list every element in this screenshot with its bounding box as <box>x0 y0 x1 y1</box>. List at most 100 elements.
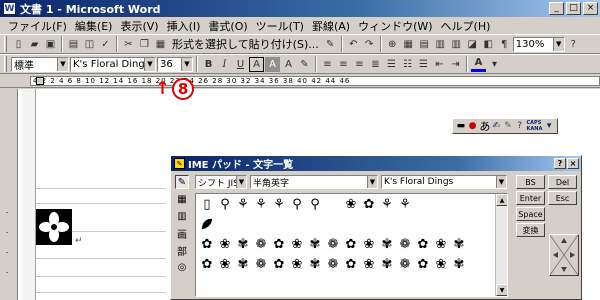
glyph-cell[interactable]: ⚘ <box>234 195 252 213</box>
increase-indent-icon[interactable]: ⇥ <box>448 57 463 72</box>
document-map-icon[interactable]: ◧ <box>481 37 496 52</box>
glyph-cell[interactable]: ❀ <box>216 255 234 273</box>
scroll-down-icon[interactable]: ▼ <box>496 284 507 296</box>
distribute-icon[interactable]: ☰ <box>384 57 399 72</box>
glyph-cell[interactable]: ✾ <box>306 255 324 273</box>
format-painter-icon[interactable]: ✎ <box>323 37 338 52</box>
highlight-icon[interactable]: ✎ <box>297 57 312 72</box>
stroke-count-icon[interactable]: 画 <box>175 226 189 241</box>
toolbar-grip[interactable] <box>4 56 7 72</box>
menu-view[interactable]: 表示(V) <box>116 18 162 34</box>
chevron-down-icon[interactable]: ▾ <box>544 121 554 131</box>
font-color-icon[interactable]: A <box>471 57 486 72</box>
chevron-down-icon[interactable]: ▼ <box>57 57 68 71</box>
close-button[interactable]: × <box>583 2 598 15</box>
ime-close-button[interactable]: × <box>567 158 579 169</box>
enter-key[interactable]: Enter <box>516 191 545 205</box>
font-size-combo[interactable]: 36 ▼ <box>157 56 193 72</box>
glyph-scrollbar[interactable]: ▲ ▼ <box>495 194 507 296</box>
more-buttons-icon[interactable]: ▾ <box>487 57 502 72</box>
backspace-key[interactable]: BS <box>516 175 545 189</box>
glyph-cell[interactable]: ⚲ <box>288 195 306 213</box>
tables-borders-icon[interactable]: ▦ <box>401 37 416 52</box>
glyph-cell[interactable]: ❁ <box>396 255 414 273</box>
menu-window[interactable]: ウィンドウ(W) <box>354 18 436 34</box>
chevron-down-icon[interactable]: ▼ <box>496 176 506 188</box>
drawing-icon[interactable]: ◪ <box>465 37 480 52</box>
glyph-cell[interactable]: ✾ <box>234 235 252 253</box>
glyph-cell[interactable]: ⚘ <box>252 195 270 213</box>
character-list-icon[interactable]: ▦ <box>175 192 189 206</box>
vertical-ruler[interactable]: - - - - <box>0 89 18 300</box>
indent-marker[interactable] <box>36 77 44 85</box>
space-key[interactable]: Space <box>516 207 545 221</box>
menu-format[interactable]: 書式(O) <box>204 18 251 34</box>
align-right-icon[interactable]: ≡ <box>352 57 367 72</box>
menu-edit[interactable]: 編集(E) <box>71 18 117 34</box>
menu-help[interactable]: ヘルプ(H) <box>437 18 495 34</box>
glyph-cell[interactable]: ✿ <box>414 235 432 253</box>
columns-icon[interactable]: ▥ <box>449 37 464 52</box>
glyph-cell[interactable]: ⚘ <box>396 195 414 213</box>
character-border-button[interactable]: A <box>249 56 264 72</box>
glyph-cell[interactable]: ✾ <box>378 235 396 253</box>
glyph-cell[interactable]: ✿ <box>270 255 288 273</box>
glyph-cell[interactable]: ❀ <box>360 235 378 253</box>
numbering-icon[interactable]: ☷ <box>400 57 415 72</box>
font-combo[interactable]: K's Floral Dings ▼ <box>70 56 156 72</box>
save-icon[interactable]: ▣ <box>43 37 58 52</box>
glyph-cell[interactable]: ⚲ <box>216 195 234 213</box>
glyph-cell[interactable]: ✾ <box>306 235 324 253</box>
italic-button[interactable]: I <box>217 57 232 72</box>
ime-font-combo[interactable]: K's Floral Dings ▼ <box>381 175 507 189</box>
decrease-indent-icon[interactable]: ⇤ <box>432 57 447 72</box>
glyph-cell[interactable]: ✿ <box>198 255 216 273</box>
input-mode-label[interactable]: あ <box>479 118 490 134</box>
radical-icon[interactable]: 部 <box>175 243 189 258</box>
glyph-cell[interactable] <box>324 195 342 213</box>
glyph-tool-icon[interactable]: ◎ <box>175 260 189 274</box>
leaf-glyph-icon[interactable] <box>198 215 216 233</box>
ime-help-button[interactable]: ? <box>554 158 566 169</box>
handwriting-tool-icon[interactable]: ✎ <box>175 175 189 189</box>
menu-file[interactable]: ファイル(F) <box>4 18 71 34</box>
character-shading-button[interactable]: A <box>265 56 280 72</box>
glyph-cell[interactable]: ❁ <box>324 235 342 253</box>
align-left-icon[interactable]: ≡ <box>320 57 335 72</box>
convert-key[interactable]: 変換 <box>516 223 545 237</box>
glyph-cell[interactable]: ❀ <box>432 255 450 273</box>
glyph-cell[interactable]: ⚘ <box>270 195 288 213</box>
glyph-cell[interactable]: ❀ <box>432 235 450 253</box>
justify-icon[interactable]: ≣ <box>368 57 383 72</box>
character-scale-icon[interactable]: A <box>281 57 296 72</box>
glyph-cell[interactable]: ✿ <box>198 235 216 253</box>
minimize-button[interactable]: _ <box>549 2 564 15</box>
glyph-cell[interactable]: ✿ <box>414 255 432 273</box>
chevron-down-icon[interactable]: ▼ <box>236 176 246 188</box>
lang-bar-grip-icon[interactable]: ▬ <box>456 121 466 131</box>
glyph-cell[interactable]: ▯ <box>198 195 216 213</box>
arrow-pad[interactable] <box>549 234 579 276</box>
scroll-up-icon[interactable]: ▲ <box>496 194 507 206</box>
glyph-cell[interactable]: ⚲ <box>306 195 324 213</box>
glyph-cell[interactable]: ✿ <box>342 255 360 273</box>
chevron-down-icon[interactable]: ▼ <box>552 37 564 51</box>
horizontal-ruler[interactable]: 4 2 2 4 6 8 10 12 14 16 18 20 22 24 26 2… <box>0 74 600 88</box>
print-preview-icon[interactable]: ◫ <box>82 37 97 52</box>
menu-tools[interactable]: ツール(T) <box>252 18 308 34</box>
glyph-cell[interactable]: ❀ <box>360 255 378 273</box>
category-combo[interactable]: 半角英字 ▼ <box>250 175 378 189</box>
soft-keyboard-icon[interactable]: ▥ <box>175 209 189 223</box>
paste-icon[interactable]: ▦ <box>153 37 168 52</box>
glyph-cell[interactable]: ✿ <box>342 235 360 253</box>
toolbar-grip[interactable] <box>4 36 7 52</box>
insert-table-icon[interactable]: ▤ <box>417 37 432 52</box>
glyph-cell[interactable]: ⚘ <box>378 195 396 213</box>
charset-combo[interactable]: シフト JIS ▼ <box>195 175 247 189</box>
open-folder-icon[interactable]: ▰ <box>27 37 42 52</box>
glyph-cell[interactable]: ❁ <box>252 255 270 273</box>
redo-icon[interactable]: ↷ <box>362 37 377 52</box>
show-hide-icon[interactable]: ¶ <box>497 37 512 52</box>
glyph-cell[interactable]: ✿ <box>270 235 288 253</box>
glyph-cell[interactable]: ❀ <box>288 255 306 273</box>
